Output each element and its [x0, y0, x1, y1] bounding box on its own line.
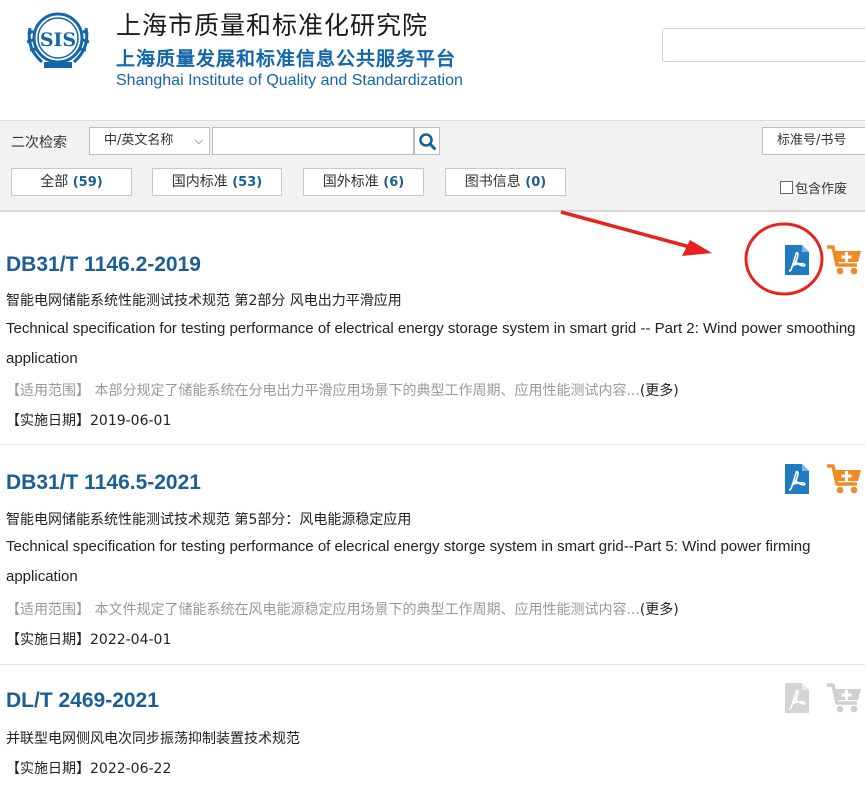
standard-title-en: Technical specification for testing perf…	[6, 538, 811, 585]
date-value: 2022-04-01	[90, 632, 172, 648]
result-item: DL/T 2469-2021 并联型电网侧风电次同步振荡抑制装置技术规范 【实施…	[0, 665, 865, 792]
scope-label: 【适用范围】	[6, 602, 90, 618]
scope-content: 本部分规定了储能系统在分电出力平滑应用场景下的典型工作周期、应用性能测试内容..…	[94, 383, 640, 399]
institute-title-en: Shanghai Institute of Quality and Standa…	[116, 72, 463, 89]
more-link[interactable]: (更多)	[640, 602, 679, 618]
tab-label: 全部	[40, 174, 69, 190]
date-label: 【实施日期】	[6, 632, 90, 648]
tab-books[interactable]: 图书信息 (0)	[445, 168, 566, 196]
tab-label: 国外标准	[322, 174, 379, 190]
effective-date: 【实施日期】2022-06-22	[6, 758, 171, 778]
effective-date: 【实施日期】2019-06-01	[6, 410, 171, 430]
chevron-down-icon: ⌵	[194, 134, 203, 147]
more-link[interactable]: (更多)	[640, 383, 679, 399]
include-void-checkbox[interactable]: 包含作废	[780, 178, 847, 197]
checkbox-box[interactable]	[780, 181, 793, 194]
standard-code-link[interactable]: DB31/T 1146.5-2021	[6, 471, 201, 495]
result-item: DB31/T 1146.2-2019 智能电网储能系统性能测试技术规范 第2部分…	[0, 213, 865, 444]
standard-code-link[interactable]: DB31/T 1146.2-2019	[6, 253, 201, 277]
standard-number-button[interactable]: 标准号/书号	[762, 127, 865, 155]
search-icon	[419, 133, 436, 150]
scope-label: 【适用范围】	[6, 383, 90, 399]
add-to-cart-icon-disabled	[827, 683, 861, 713]
date-value: 2022-06-22	[90, 761, 172, 777]
secondary-search-bar: 二次检索 中/英文名称 ⌵ 标准号/书号 全部 (59) 国内标准 (53) 国…	[0, 120, 865, 212]
secondary-search-input[interactable]	[212, 127, 414, 155]
tab-all[interactable]: 全部 (59)	[11, 168, 132, 196]
tab-label: 国内标准	[171, 174, 228, 190]
tab-foreign[interactable]: 国外标准 (6)	[303, 168, 424, 196]
header-search-input[interactable]	[662, 28, 865, 62]
tab-domestic[interactable]: 国内标准 (53)	[152, 168, 282, 196]
tab-label: 图书信息	[464, 174, 521, 190]
include-void-label: 包含作废	[795, 182, 848, 197]
standard-code-link[interactable]: DL/T 2469-2021	[6, 689, 159, 713]
effective-date: 【实施日期】2022-04-01	[6, 629, 171, 649]
tab-count: (59)	[72, 175, 103, 190]
search-button[interactable]	[414, 127, 440, 155]
tab-count: (6)	[383, 175, 405, 190]
institute-title-cn: 上海市质量和标准化研究院	[116, 11, 429, 40]
standard-title-cn: 并联型电网侧风电次同步振荡抑制装置技术规范	[6, 731, 300, 747]
standard-title-en: Technical specification for testing perf…	[6, 320, 856, 367]
secondary-search-label: 二次检索	[11, 135, 67, 151]
platform-title-cn: 上海质量发展和标准信息公共服务平台	[116, 48, 457, 70]
svg-text:SIS: SIS	[40, 29, 76, 51]
pdf-icon[interactable]	[783, 463, 811, 495]
date-label: 【实施日期】	[6, 761, 90, 777]
search-field-selected: 中/英文名称	[104, 133, 174, 148]
standard-title-cn: 智能电网储能系统性能测试技术规范 第2部分 风电出力平滑应用	[6, 293, 402, 309]
tab-count: (53)	[232, 175, 263, 190]
date-value: 2019-06-01	[90, 413, 172, 429]
scope-content: 本文件规定了储能系统在风电能源稳定应用场景下的典型工作周期、应用性能测试内容..…	[94, 602, 640, 618]
standard-title-cn: 智能电网储能系统性能测试技术规范 第5部分：风电能源稳定应用	[6, 512, 412, 528]
result-item: DB31/T 1146.5-2021 智能电网储能系统性能测试技术规范 第5部分…	[0, 445, 865, 664]
add-to-cart-icon[interactable]	[826, 243, 864, 277]
pdf-icon[interactable]	[783, 244, 811, 276]
sis-logo[interactable]: SIS	[22, 8, 94, 72]
search-field-select[interactable]: 中/英文名称 ⌵	[89, 127, 210, 155]
date-label: 【实施日期】	[6, 413, 90, 429]
scope-text: 【适用范围】 本文件规定了储能系统在风电能源稳定应用场景下的典型工作周期、应用性…	[6, 599, 679, 619]
add-to-cart-icon[interactable]	[826, 462, 864, 496]
tab-count: (0)	[525, 175, 547, 190]
scope-text: 【适用范围】 本部分规定了储能系统在分电出力平滑应用场景下的典型工作周期、应用性…	[6, 380, 679, 400]
site-header: SIS 上海市质量和标准化研究院 上海质量发展和标准信息公共服务平台 Shang…	[0, 0, 865, 120]
pdf-icon-disabled	[785, 683, 809, 713]
